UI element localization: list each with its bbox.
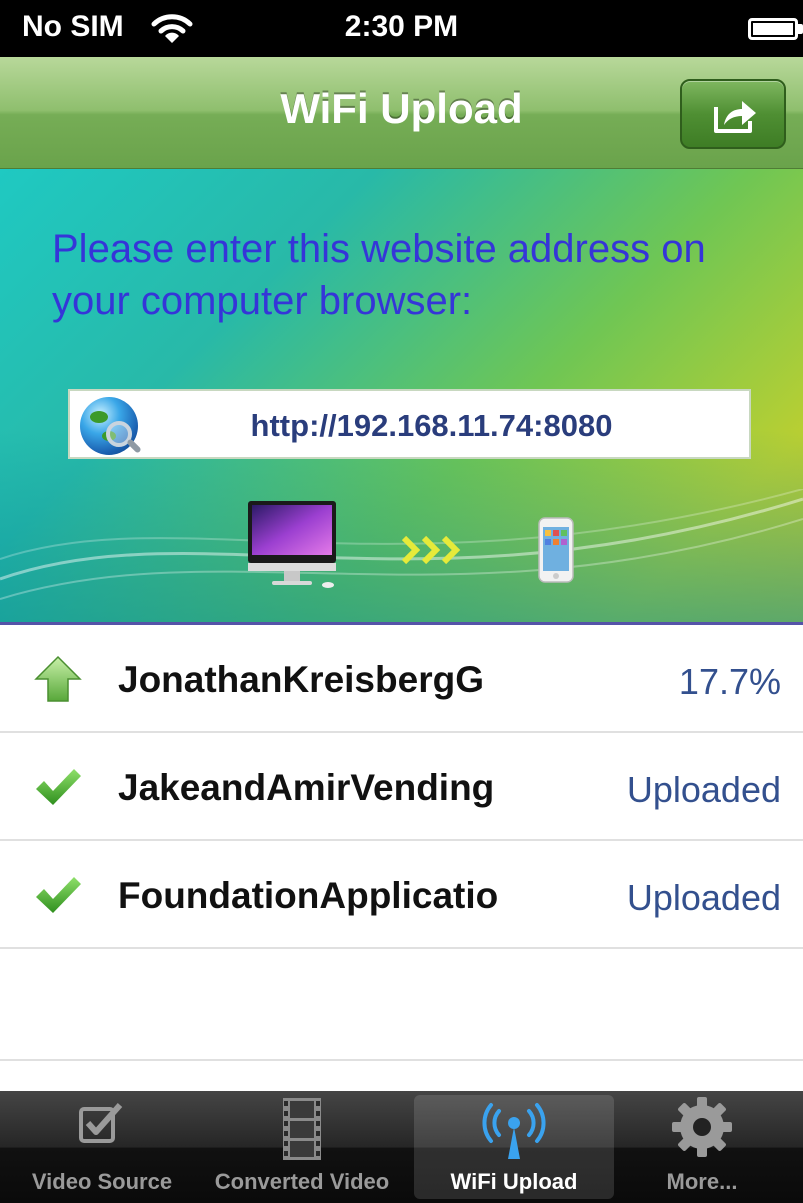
transfer-arrows-icon [402, 535, 461, 565]
battery-icon [748, 18, 803, 40]
share-button[interactable] [680, 79, 786, 149]
checkbox-icon [79, 1103, 123, 1143]
status-bar: No SIM 2:30 PM [0, 0, 803, 57]
checkmark-icon [36, 877, 81, 913]
server-url: http://192.168.11.74:8080 [250, 408, 613, 443]
list-item[interactable]: JakeandAmirVending Uploaded [0, 733, 803, 841]
instruction-text: Please enter this website address on you… [52, 227, 706, 323]
gear-icon [672, 1097, 732, 1157]
tab-more[interactable]: More... [602, 1091, 802, 1203]
tab-label: More... [666, 1169, 738, 1194]
upload-list: JonathanKreisbergG 17.7% JakeandAmirVend… [0, 625, 803, 1061]
file-name: JonathanKreisbergG [118, 659, 484, 700]
tab-video-source[interactable]: Video Source [2, 1091, 202, 1203]
list-item[interactable]: JonathanKreisbergG 17.7% [0, 625, 803, 733]
status-time: 2:30 PM [344, 10, 459, 43]
wifi-antenna-icon [482, 1103, 546, 1159]
tab-bar: Video Source Converted Video WiFi Upload [0, 1091, 803, 1203]
upload-status: Uploaded [626, 877, 781, 918]
tab-label: WiFi Upload [450, 1169, 578, 1194]
checkmark-icon [36, 769, 81, 805]
computer-icon [248, 501, 336, 588]
tab-wifi-upload[interactable]: WiFi Upload [414, 1095, 614, 1199]
share-icon [714, 101, 756, 133]
upload-arrow-icon [34, 655, 82, 702]
url-display[interactable]: http://192.168.11.74:8080 [68, 389, 751, 459]
film-icon [283, 1098, 321, 1160]
upload-progress: 17.7% [678, 661, 781, 702]
empty-list-row [0, 949, 803, 1061]
file-name: FoundationApplicatio [118, 875, 499, 916]
navigation-bar: WiFi Upload [0, 57, 803, 169]
list-item[interactable]: FoundationApplicatio Uploaded [0, 841, 803, 949]
instruction-banner: Please enter this website address on you… [0, 169, 803, 622]
tab-converted-video[interactable]: Converted Video [202, 1091, 402, 1203]
phone-icon [538, 517, 574, 583]
tab-label: Video Source [31, 1169, 173, 1194]
file-name: JakeandAmirVending [118, 767, 495, 808]
upload-status: Uploaded [626, 769, 781, 810]
tab-label: Converted Video [214, 1169, 390, 1194]
